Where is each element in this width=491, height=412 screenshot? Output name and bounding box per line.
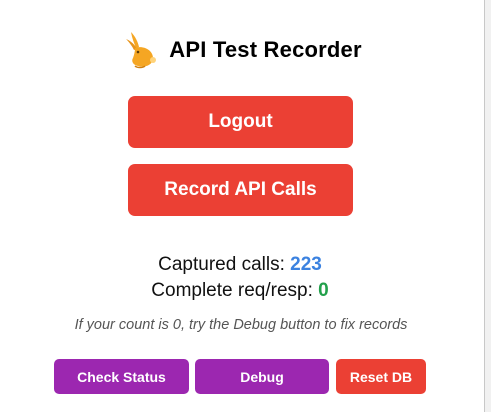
- hint-text: If your count is 0, try the Debug button…: [74, 317, 408, 333]
- logout-button[interactable]: Logout: [128, 96, 353, 148]
- reset-db-button[interactable]: Reset DB: [336, 359, 426, 394]
- record-api-calls-button[interactable]: Record API Calls: [128, 164, 353, 216]
- header: API Test Recorder: [0, 28, 485, 72]
- stats-panel: Captured calls: 223 Complete req/resp: 0: [0, 252, 480, 304]
- scrollbar[interactable]: [484, 0, 491, 412]
- app-title: API Test Recorder: [169, 37, 362, 62]
- captured-calls-label: Captured calls:: [158, 254, 285, 275]
- rabbit-icon: [123, 30, 159, 70]
- captured-calls-row: Captured calls: 223: [0, 252, 480, 278]
- captured-calls-count: 223: [290, 254, 322, 275]
- check-status-button[interactable]: Check Status: [54, 359, 189, 394]
- debug-button[interactable]: Debug: [195, 359, 329, 394]
- complete-req-resp-row: Complete req/resp: 0: [0, 278, 480, 304]
- complete-req-resp-label: Complete req/resp:: [151, 280, 313, 301]
- complete-req-resp-count: 0: [318, 280, 329, 301]
